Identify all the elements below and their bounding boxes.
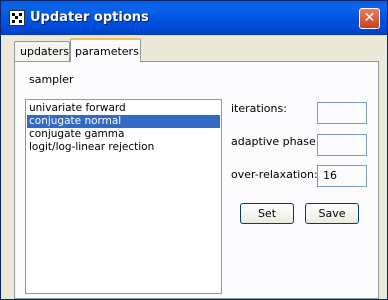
over-relaxation-field[interactable]: 16 — [317, 165, 367, 187]
adaptive-phase-label: adaptive phase: — [231, 135, 320, 148]
close-icon: ✕ — [363, 10, 376, 26]
window-title: Updater options — [30, 10, 149, 25]
grid-app-icon — [9, 10, 25, 26]
tab-updaters[interactable]: updaters — [14, 41, 70, 61]
save-button[interactable]: Save — [305, 203, 359, 224]
list-item[interactable]: logit/log-linear rejection — [27, 141, 220, 154]
updater-options-window: Updater options ✕ updaters parameters sa… — [0, 0, 388, 300]
sampler-list[interactable]: univariate forward conjugate normal conj… — [25, 99, 222, 294]
iterations-field[interactable] — [317, 102, 367, 124]
iterations-label: iterations: — [231, 102, 287, 115]
list-item[interactable]: conjugate gamma — [27, 128, 220, 141]
close-button[interactable]: ✕ — [359, 8, 380, 29]
sampler-label: sampler — [29, 73, 74, 86]
set-button[interactable]: Set — [240, 203, 294, 224]
list-item[interactable]: univariate forward — [27, 102, 220, 115]
tab-parameters[interactable]: parameters — [70, 38, 141, 62]
dialog-content: updaters parameters sampler univariate f… — [4, 35, 384, 299]
over-relaxation-label: over-relaxation: — [231, 168, 318, 181]
title-bar[interactable]: Updater options ✕ — [1, 1, 387, 35]
list-item-selected[interactable]: conjugate normal — [27, 115, 220, 128]
adaptive-phase-field[interactable] — [317, 134, 367, 156]
parameters-panel: sampler univariate forward conjugate nor… — [14, 61, 379, 299]
